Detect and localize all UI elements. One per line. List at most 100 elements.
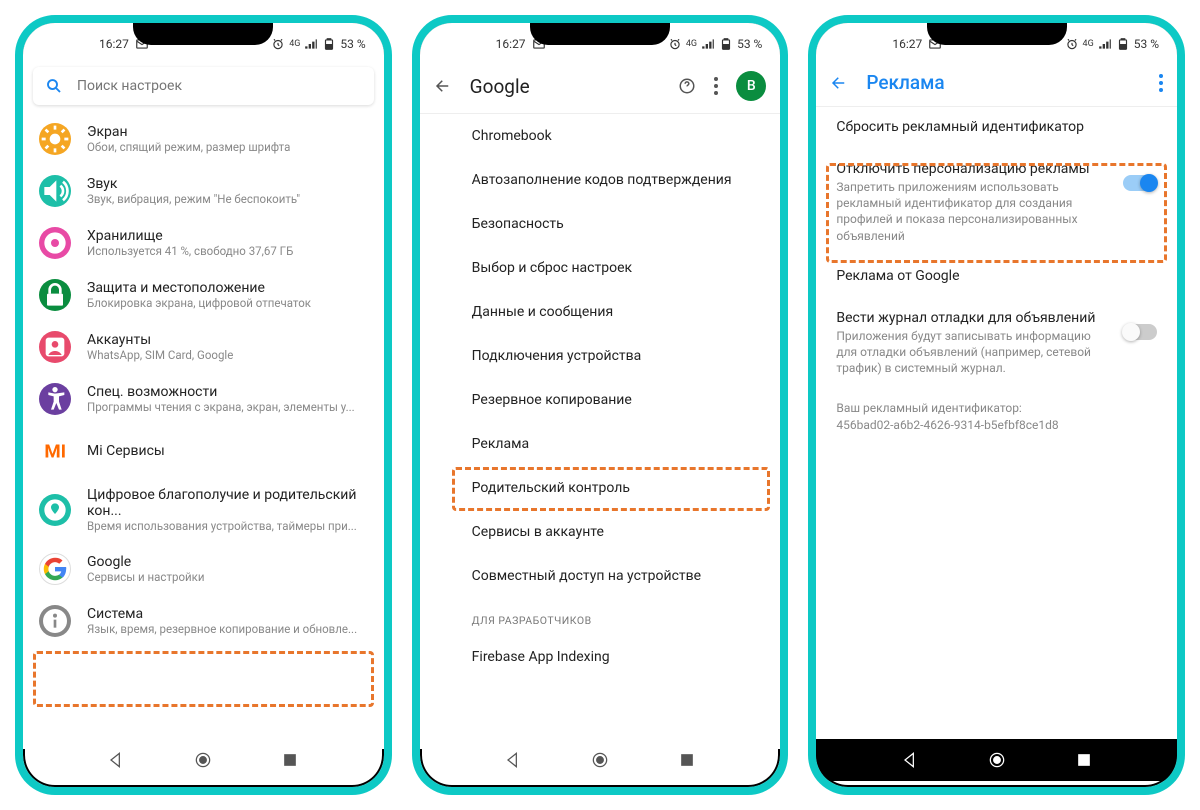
google-icon	[39, 553, 71, 585]
settings-item-storage[interactable]: ХранилищеИспользуется 41 %, свободно 37,…	[23, 217, 384, 269]
search-input[interactable]	[77, 78, 362, 94]
search-bar[interactable]	[33, 67, 374, 105]
status-net: 4G	[289, 39, 300, 49]
nav-back[interactable]	[503, 750, 523, 770]
storage-icon	[39, 227, 71, 259]
status-net: 4G	[686, 39, 697, 49]
settings-item-volume[interactable]: ЗвукЗвук, вибрация, режим "Не беспокоить…	[23, 165, 384, 217]
status-bar: 16:27 4G 53 %	[23, 23, 384, 59]
status-net: 4G	[1083, 39, 1094, 49]
dev-item-0[interactable]: Firebase App Indexing	[420, 635, 781, 679]
nav-home[interactable]	[193, 750, 213, 770]
nav-home[interactable]	[590, 750, 610, 770]
settings-item-title: Экран	[87, 124, 368, 140]
settings-item-title: Спец. возможности	[87, 384, 368, 400]
pref-title: Сбросить рекламный идентификатор	[836, 119, 1157, 135]
settings-item-title: Система	[87, 606, 368, 622]
status-time: 16:27	[496, 37, 526, 51]
svg-text:MI: MI	[44, 441, 66, 463]
google-item-1[interactable]: Автозаполнение кодов подтверждения	[420, 158, 781, 202]
settings-item-title: Защита и местоположение	[87, 280, 368, 296]
pref-title: Реклама от Google	[836, 268, 1157, 284]
google-item-0[interactable]: Chromebook	[420, 114, 781, 158]
page-title: Google	[470, 75, 661, 98]
search-icon	[45, 77, 63, 95]
pref-title: Вести журнал отладки для объявлений	[836, 310, 1111, 326]
google-item-5[interactable]: Подключения устройства	[420, 334, 781, 378]
nav-home[interactable]	[987, 750, 1007, 770]
settings-item-sub: Блокировка экрана, цифровой отпечаток	[87, 296, 368, 310]
avatar[interactable]: B	[736, 71, 766, 101]
settings-item-account[interactable]: АккаунтыWhatsApp, SIM Card, Google	[23, 321, 384, 373]
alarm-icon	[1065, 37, 1079, 51]
section-dev: ДЛЯ РАЗРАБОТЧИКОВ	[420, 598, 781, 635]
nav-recent[interactable]	[677, 750, 697, 770]
google-item-4[interactable]: Данные и сообщения	[420, 290, 781, 334]
page-title: Реклама	[866, 71, 1141, 94]
volume-icon	[39, 175, 71, 207]
wellbeing-icon	[39, 494, 71, 526]
battery-icon	[322, 37, 336, 51]
signal-icon	[304, 37, 318, 51]
sun-icon	[39, 123, 71, 155]
google-item-10[interactable]: Совместный доступ на устройстве	[420, 554, 781, 598]
a11y-icon	[39, 383, 71, 415]
header: Реклама	[816, 59, 1177, 107]
nav-bar	[23, 739, 384, 781]
settings-item-info[interactable]: СистемаЯзык, время, резервное копировани…	[23, 595, 384, 647]
ads-pref-1[interactable]: Отключить персонализацию рекламы Запретит…	[816, 149, 1177, 256]
nav-bar	[420, 739, 781, 781]
overflow-icon[interactable]	[1159, 74, 1163, 92]
status-battery: 53 %	[1134, 37, 1159, 51]
header: Google B	[420, 59, 781, 114]
ad-id-value: 456bad02-a6b2-4626-9314-b5efbf8ce1d8	[836, 417, 1157, 434]
status-battery: 53 %	[737, 37, 762, 51]
status-time: 16:27	[99, 37, 129, 51]
settings-item-sub: Язык, время, резервное копирование и обн…	[87, 622, 368, 636]
status-time: 16:27	[892, 37, 922, 51]
settings-item-sub: Звук, вибрация, режим "Не беспокоить"	[87, 192, 368, 206]
nav-recent[interactable]	[280, 750, 300, 770]
toggle-3[interactable]	[1123, 324, 1157, 340]
settings-item-google[interactable]: GoogleСервисы и настройки	[23, 543, 384, 595]
ad-id-info: Ваш рекламный идентификатор: 456bad02-a6…	[816, 388, 1177, 446]
mail-icon	[532, 37, 546, 51]
settings-item-title: Mi Сервисы	[87, 443, 368, 459]
pref-title: Отключить персонализацию рекламы	[836, 161, 1111, 177]
google-item-8[interactable]: Родительский контроль	[420, 466, 781, 510]
nav-back[interactable]	[106, 750, 126, 770]
mail-icon	[928, 37, 942, 51]
signal-icon	[1098, 37, 1112, 51]
settings-item-wellbeing[interactable]: Цифровое благополучие и родительский кон…	[23, 477, 384, 543]
settings-item-a11y[interactable]: Спец. возможностиПрограммы чтения с экра…	[23, 373, 384, 425]
account-icon	[39, 331, 71, 363]
overflow-icon[interactable]	[714, 77, 718, 95]
ads-pref-0[interactable]: Сбросить рекламный идентификатор	[816, 107, 1177, 149]
alarm-icon	[668, 37, 682, 51]
settings-item-lock[interactable]: Защита и местоположениеБлокировка экрана…	[23, 269, 384, 321]
settings-item-sun[interactable]: ЭкранОбои, спящий режим, размер шрифта	[23, 113, 384, 165]
google-item-7[interactable]: Реклама	[420, 422, 781, 466]
ads-pref-3[interactable]: Вести журнал отладки для объявлений Прило…	[816, 298, 1177, 389]
settings-item-mi[interactable]: MI Mi Сервисы	[23, 425, 384, 477]
pref-sub: Приложения будут записывать информацию д…	[836, 328, 1111, 377]
settings-item-sub: Программы чтения с экрана, экран, элемен…	[87, 400, 368, 414]
google-item-6[interactable]: Резервное копирование	[420, 378, 781, 422]
phone-google: 16:27 4G 53 % Google B ChromebookАвтозап…	[412, 15, 789, 795]
pref-sub: Запретить приложениям использовать рекла…	[836, 179, 1111, 244]
back-icon[interactable]	[830, 74, 848, 92]
mail-icon	[135, 37, 149, 51]
google-item-9[interactable]: Сервисы в аккаунте	[420, 510, 781, 554]
signal-icon	[701, 37, 715, 51]
help-icon[interactable]	[678, 77, 696, 95]
google-item-3[interactable]: Выбор и сброс настроек	[420, 246, 781, 290]
back-icon[interactable]	[434, 77, 452, 95]
settings-item-title: Аккаунты	[87, 332, 368, 348]
toggle-1[interactable]	[1123, 175, 1157, 191]
settings-item-sub: WhatsApp, SIM Card, Google	[87, 348, 368, 362]
settings-item-sub: Используется 41 %, свободно 37,67 ГБ	[87, 244, 368, 258]
nav-back[interactable]	[900, 750, 920, 770]
nav-recent[interactable]	[1074, 750, 1094, 770]
ads-pref-2[interactable]: Реклама от Google	[816, 256, 1177, 298]
google-item-2[interactable]: Безопасность	[420, 202, 781, 246]
